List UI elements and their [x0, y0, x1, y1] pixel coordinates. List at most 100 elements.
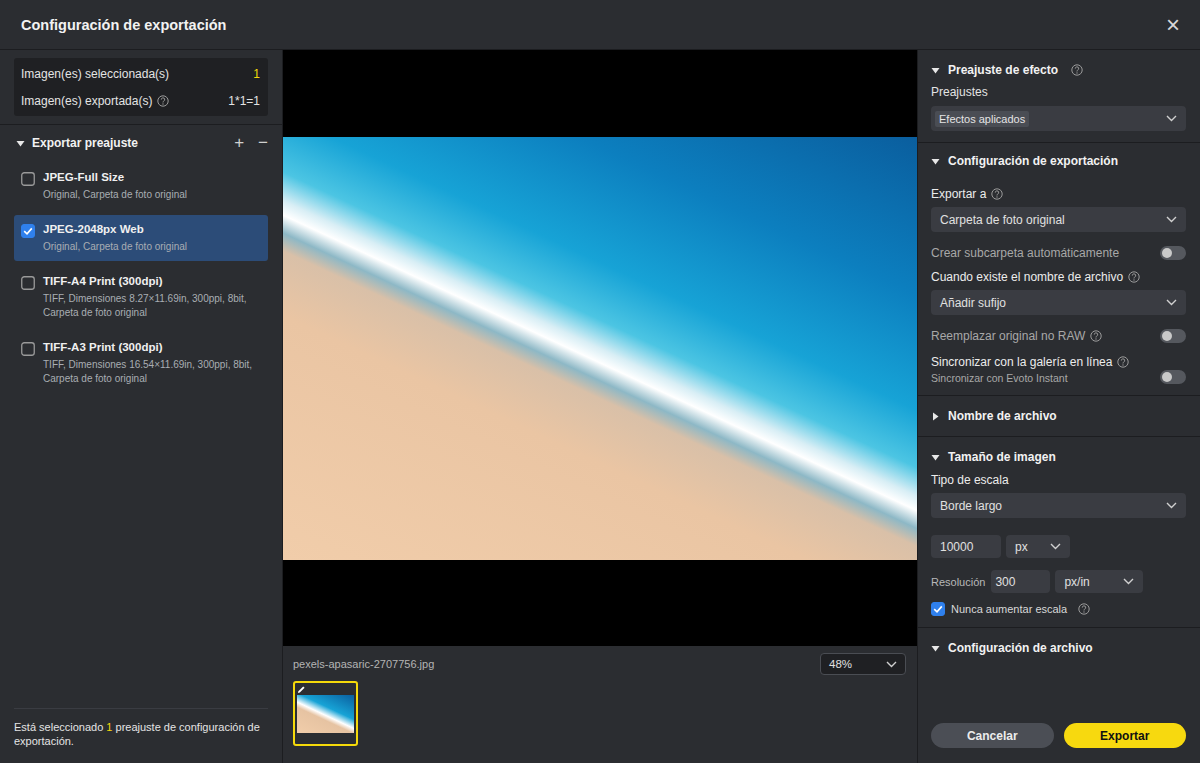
title-bar: Configuración de exportación× [0, 0, 1200, 49]
help-icon[interactable] [1078, 603, 1090, 615]
toggle-label-text: Sincronizar con la galería en línea [931, 355, 1112, 369]
help-icon[interactable] [1128, 271, 1140, 283]
preset-item[interactable]: TIFF-A3 Print (300dpi)TIFF, Dimensiones … [14, 333, 268, 393]
expanded-caret-icon[interactable] [931, 644, 940, 653]
file-settings-section: Configuración de archivo [918, 628, 1200, 666]
preset-text: JPEG-2048px Web Original, Carpeta de foto… [43, 222, 187, 254]
scale-label: Tipo de escala [931, 473, 1186, 487]
cancel-button[interactable]: Cancelar [931, 723, 1054, 748]
thumbnail-row [293, 681, 906, 746]
image-size-section: Tamaño de imagenTipo de escala Borde larg… [918, 437, 1200, 627]
export-button[interactable]: Exportar [1064, 723, 1187, 748]
zoom-dropdown[interactable]: 48% [820, 653, 906, 675]
file-name-section: Nombre de archivo [918, 396, 1200, 436]
summary-value: 1*1=1 [228, 94, 260, 108]
toggle-label-line: Reemplazar original no RAW [931, 329, 1102, 343]
preset-checkbox[interactable] [21, 224, 35, 238]
help-icon[interactable] [1071, 64, 1083, 76]
preset-checkbox[interactable] [21, 276, 35, 290]
help-icon[interactable] [1090, 330, 1102, 342]
summary-label-text: Imagen(es) exportada(s) [21, 94, 152, 108]
add-preset-button[interactable]: + [234, 133, 244, 153]
thumbnail[interactable] [293, 681, 358, 746]
summary-value: 1 [253, 67, 260, 81]
export-settings-body: Exportar a Carpeta de foto original Crear … [918, 179, 1200, 395]
expanded-caret-icon[interactable] [931, 453, 940, 462]
preset-checkbox[interactable] [21, 342, 35, 356]
help-icon[interactable] [157, 95, 169, 107]
preset-title: Exportar preajuste [16, 136, 138, 150]
toggle-knob [1162, 248, 1172, 258]
file-name-header[interactable]: Nombre de archivo [918, 398, 1200, 434]
edited-pencil-icon [297, 685, 306, 694]
toggle-switch[interactable] [1160, 246, 1186, 260]
preset-item[interactable]: JPEG-2048px Web Original, Carpeta de foto… [14, 215, 268, 261]
toggle-switch[interactable] [1160, 329, 1186, 343]
toggle-knob [1162, 372, 1172, 382]
preset-text: JPEG-Full SizeOriginal, Carpeta de foto … [43, 170, 187, 202]
effect-preset-section: Preajuste de efectoPreajustesEfectos apl… [918, 50, 1200, 142]
preset-checkbox-wrap [21, 340, 35, 359]
preset-item[interactable]: JPEG-Full SizeOriginal, Carpeta de foto … [14, 163, 268, 209]
main-area: Imagen(es) seleccionada(s) 1 Imagen(es) ex… [0, 50, 1200, 763]
setting-dropdown[interactable]: Carpeta de foto original [931, 207, 1186, 232]
preset-checkbox[interactable] [21, 172, 35, 186]
close-button[interactable]: × [1166, 13, 1180, 37]
section-separator [918, 436, 1200, 437]
collapsed-caret-icon[interactable] [931, 412, 940, 421]
toggle-switch[interactable] [1160, 370, 1186, 384]
preset-item[interactable]: TIFF-A4 Print (300dpi)TIFF, Dimensiones … [14, 267, 268, 327]
preset-name: JPEG-2048px Web [43, 222, 187, 237]
toggle-label-line: Crear subcarpeta automáticamente [931, 246, 1119, 260]
button-label: Exportar [1100, 729, 1149, 743]
preset-name: TIFF-A3 Print (300dpi) [43, 340, 260, 355]
never-upscale-checkbox[interactable] [931, 602, 945, 616]
help-icon[interactable] [1117, 356, 1129, 368]
section-separator [918, 627, 1200, 628]
thumbnail-image [297, 695, 354, 733]
file-settings-header[interactable]: Configuración de archivo [918, 630, 1200, 666]
dropdown-value: Añadir sufijo [940, 296, 1006, 310]
resolution-unit-dropdown[interactable]: px/in [1055, 570, 1143, 593]
settings-scroll: Preajuste de efectoPreajustesEfectos apl… [918, 50, 1200, 713]
settings-panel: Preajuste de efectoPreajustesEfectos apl… [917, 50, 1200, 763]
summary-row: Imagen(es) seleccionada(s) 1 [14, 60, 268, 87]
chevron-down-icon [1166, 216, 1177, 223]
preset-actions: +− [234, 133, 268, 153]
image-size-body: Tipo de escalaBorde largo10000pxResoluci… [918, 475, 1200, 627]
summary-label-text: Imagen(es) seleccionada(s) [21, 67, 169, 81]
preset-checkbox-wrap [21, 170, 35, 189]
resolution-input[interactable]: 300 [991, 570, 1050, 593]
selection-note: Está seleccionado 1 preajuste de configu… [14, 708, 268, 763]
toggle-row: Reemplazar original no RAW [931, 329, 1186, 343]
preset-detail: Original, Carpeta de foto original [43, 240, 187, 254]
export-settings-header-title: Configuración de exportación [948, 154, 1118, 168]
setting-label: Exportar a [931, 187, 1186, 201]
size-unit-dropdown[interactable]: px [1006, 535, 1070, 558]
effect-preset-dropdown[interactable]: Efectos aplicados [931, 106, 1186, 131]
toggle-knob [1162, 331, 1172, 341]
effect-preset-header[interactable]: Preajuste de efecto [918, 52, 1200, 88]
dropdown-value: px [1015, 540, 1028, 554]
setting-dropdown[interactable]: Añadir sufijo [931, 290, 1186, 315]
button-label: Cancelar [967, 729, 1018, 743]
selection-note-before: Está seleccionado [14, 721, 106, 733]
toggle-label-line: Sincronizar con la galería en línea [931, 355, 1129, 369]
image-size-header[interactable]: Tamaño de imagen [918, 439, 1200, 475]
chevron-down-icon [886, 661, 897, 668]
preset-text: TIFF-A4 Print (300dpi)TIFF, Dimensiones … [43, 274, 260, 320]
expanded-caret-icon[interactable] [16, 139, 25, 148]
expanded-caret-icon[interactable] [931, 66, 940, 75]
remove-preset-button[interactable]: − [258, 133, 268, 153]
preview-filename: pexels-apasaric-2707756.jpg [293, 658, 434, 670]
preview-area [283, 50, 917, 646]
help-icon[interactable] [991, 188, 1003, 200]
export-settings-section: Configuración de exportación Exportar a Ca… [918, 143, 1200, 395]
toggle-label-text: Reemplazar original no RAW [931, 329, 1085, 343]
scale-type-dropdown[interactable]: Borde largo [931, 493, 1186, 518]
toggle-label: Sincronizar con la galería en líneaSincr… [931, 355, 1129, 384]
expanded-caret-icon[interactable] [931, 157, 940, 166]
size-input[interactable]: 10000 [931, 535, 1001, 558]
export-settings-header[interactable]: Configuración de exportación [918, 143, 1200, 179]
filmstrip: pexels-apasaric-2707756.jpg 48% [283, 646, 917, 763]
